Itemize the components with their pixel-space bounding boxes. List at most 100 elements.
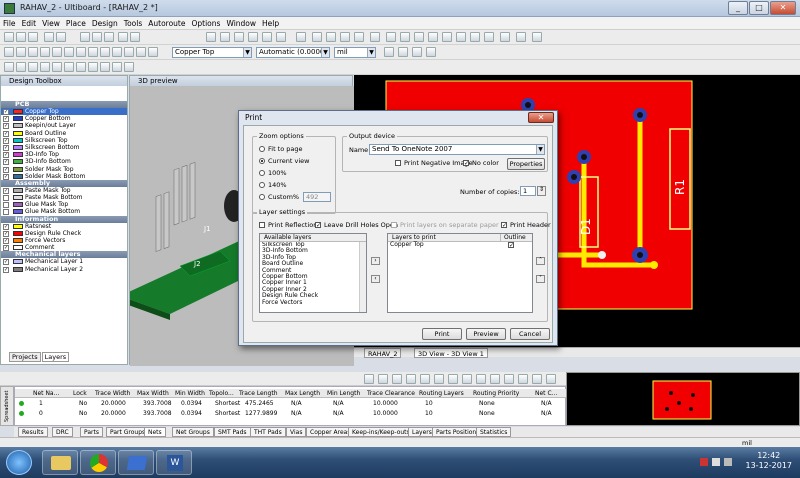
copper-icon[interactable] bbox=[340, 32, 350, 42]
properties-button[interactable]: Properties bbox=[507, 158, 545, 170]
ungroup-icon[interactable] bbox=[124, 62, 134, 72]
tab-spreadsheet[interactable]: Vias bbox=[286, 427, 307, 437]
menu-view[interactable]: View bbox=[39, 17, 63, 30]
layer-item[interactable]: ✓ Force Vectors bbox=[1, 237, 127, 244]
layer-visibility-checkbox[interactable] bbox=[3, 195, 9, 202]
tab-projects[interactable]: Projects bbox=[9, 352, 41, 362]
column-header[interactable]: Topolo... bbox=[209, 389, 237, 398]
select-icon[interactable] bbox=[4, 47, 14, 57]
export-icon[interactable] bbox=[378, 374, 388, 384]
minimize-button[interactable]: _ bbox=[728, 1, 748, 15]
find-icon[interactable] bbox=[406, 374, 416, 384]
menu-design[interactable]: Design bbox=[89, 17, 121, 30]
column-header[interactable]: Routing Layers bbox=[419, 389, 469, 398]
tab-spreadsheet[interactable]: Part Groups bbox=[106, 427, 150, 437]
measure-icon[interactable] bbox=[296, 32, 306, 42]
radio-140[interactable]: 140% bbox=[259, 181, 287, 189]
layer-visibility-checkbox[interactable]: ✓ bbox=[3, 230, 9, 237]
taskbar-word-icon[interactable]: W bbox=[156, 450, 192, 475]
taskbar-chrome-icon[interactable] bbox=[80, 450, 116, 475]
align-bottom-icon[interactable] bbox=[40, 62, 50, 72]
grid-icon[interactable] bbox=[398, 47, 408, 57]
print-negative-checkbox[interactable]: Print Negative Image bbox=[395, 159, 473, 167]
tray-volume-icon[interactable] bbox=[724, 458, 732, 466]
layer-visibility-checkbox[interactable]: ✓ bbox=[3, 123, 9, 130]
copy-icon[interactable] bbox=[92, 32, 102, 42]
layer-item[interactable]: ✓ Board Outline bbox=[1, 130, 127, 137]
tab-3d-view[interactable]: 3D View - 3D View 1 bbox=[414, 348, 488, 358]
layer-visibility-checkbox[interactable]: ✓ bbox=[3, 238, 9, 244]
tab-spreadsheet[interactable]: Statistics bbox=[476, 427, 512, 437]
align-top-icon[interactable] bbox=[28, 62, 38, 72]
layer-section-header[interactable]: Information bbox=[1, 215, 127, 223]
layer-item[interactable]: ✓ Comment bbox=[1, 244, 127, 252]
layer-visibility-checkbox[interactable]: ✓ bbox=[3, 259, 9, 266]
filter-icon[interactable] bbox=[364, 374, 374, 384]
layer-item[interactable]: Paste Mask Bottom bbox=[1, 194, 127, 202]
group-icon[interactable] bbox=[112, 62, 122, 72]
select-shapes-icon[interactable] bbox=[124, 47, 134, 57]
select-net-icon[interactable] bbox=[434, 374, 444, 384]
layer-section-header[interactable]: Mechanical layers bbox=[1, 251, 127, 259]
table-row[interactable]: 1 No 20.0000 393.7008 0.0394 Shortest 475.2465… bbox=[15, 399, 567, 408]
lock-icon[interactable] bbox=[448, 374, 458, 384]
layer-item[interactable]: ✓ Mechanical Layer 1 bbox=[1, 258, 127, 266]
database-icon[interactable] bbox=[326, 32, 336, 42]
menu-edit[interactable]: Edit bbox=[19, 17, 40, 30]
snap-icon[interactable] bbox=[384, 47, 394, 57]
zoom-fit-icon[interactable] bbox=[262, 32, 272, 42]
close-button[interactable]: ✕ bbox=[770, 1, 796, 15]
zoom-out-icon[interactable] bbox=[248, 32, 258, 42]
layer-visibility-checkbox[interactable]: ✓ bbox=[3, 223, 9, 230]
tab-spreadsheet[interactable]: Net Groups bbox=[172, 427, 214, 437]
column-header[interactable]: Trace Width bbox=[95, 389, 135, 398]
zoom-area-icon[interactable] bbox=[220, 32, 230, 42]
menu-options[interactable]: Options bbox=[188, 17, 223, 30]
open-icon[interactable] bbox=[16, 32, 26, 42]
pad-icon[interactable] bbox=[456, 32, 466, 42]
layer-visibility-checkbox[interactable]: ✓ bbox=[3, 144, 9, 151]
list-item[interactable]: Copper Top ✓ bbox=[388, 241, 532, 248]
birds-eye-view[interactable] bbox=[566, 372, 800, 426]
crosshair-icon[interactable] bbox=[426, 47, 436, 57]
layer-item[interactable]: ✓ Copper Bottom bbox=[1, 115, 127, 123]
menu-tools[interactable]: Tools bbox=[121, 17, 145, 30]
tab-rahav2[interactable]: RAHAV_2 bbox=[364, 348, 402, 358]
layer-select[interactable]: Copper Top ▼ bbox=[172, 47, 252, 58]
layer-visibility-checkbox[interactable]: ✓ bbox=[3, 116, 9, 123]
options-icon[interactable] bbox=[546, 374, 556, 384]
column-header[interactable]: Net Na... bbox=[33, 389, 71, 398]
new-icon[interactable] bbox=[4, 32, 14, 42]
app-icon[interactable] bbox=[4, 3, 15, 14]
tab-spreadsheet[interactable]: Parts bbox=[80, 427, 103, 437]
arc-icon[interactable] bbox=[484, 32, 494, 42]
column-header[interactable]: Trace Length bbox=[239, 389, 283, 398]
tray-flag-icon[interactable] bbox=[700, 458, 708, 466]
copies-spin-icon[interactable]: ⇕ bbox=[537, 186, 546, 196]
layer-item[interactable]: Glue Mask Top bbox=[1, 201, 127, 209]
line-icon[interactable] bbox=[470, 32, 480, 42]
layer-item[interactable]: ✓ 3D-Info Bottom bbox=[1, 158, 127, 166]
preview-button[interactable]: Preview bbox=[466, 328, 506, 340]
layer-item[interactable]: ✓ Mechanical Layer 2 bbox=[1, 266, 127, 273]
ruler-icon[interactable] bbox=[412, 47, 422, 57]
zoom-selection-icon[interactable] bbox=[276, 32, 286, 42]
zoom-in-icon[interactable] bbox=[234, 32, 244, 42]
tab-spreadsheet[interactable]: SMT Pads bbox=[214, 427, 251, 437]
refresh-grid-icon[interactable] bbox=[532, 374, 542, 384]
layer-visibility-checkbox[interactable]: ✓ bbox=[3, 137, 9, 144]
grid-select[interactable]: Automatic (0.0000 mil ▼ bbox=[256, 47, 330, 58]
tray-network-icon[interactable] bbox=[712, 458, 720, 466]
remove-layer-icon[interactable]: ‹ bbox=[371, 275, 380, 283]
select-keepout-icon[interactable] bbox=[100, 47, 110, 57]
via-icon[interactable] bbox=[442, 32, 452, 42]
print-button[interactable]: Print bbox=[422, 328, 462, 340]
layer-item[interactable]: ✓ Paste Mask Top bbox=[1, 187, 127, 194]
layer-item[interactable]: ✓ Ratsnest bbox=[1, 223, 127, 230]
highlight-icon[interactable] bbox=[420, 374, 430, 384]
printer-select[interactable]: Send To OneNote 2007 ▼ bbox=[369, 144, 545, 155]
layer-item[interactable]: ✓ Design Rule Check bbox=[1, 230, 127, 237]
menu-help[interactable]: Help bbox=[259, 17, 282, 30]
tab-spreadsheet[interactable]: THT Pads bbox=[250, 427, 286, 437]
tab-spreadsheet[interactable]: Parts Position bbox=[432, 427, 481, 437]
